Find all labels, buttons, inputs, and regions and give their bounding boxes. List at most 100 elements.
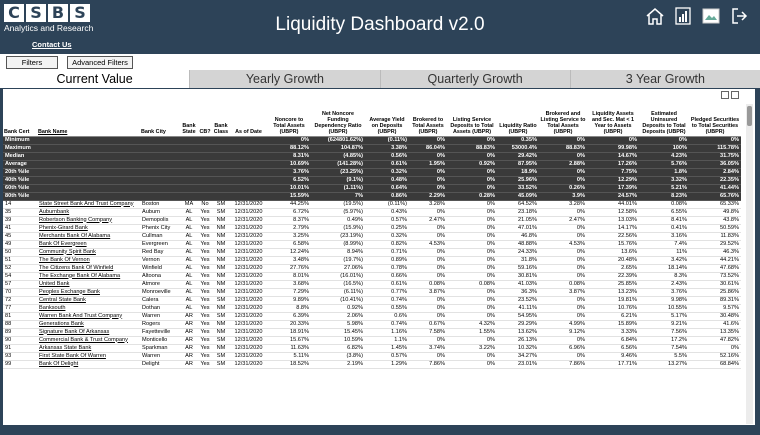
- stat-label: Median: [3, 152, 37, 161]
- bank-name-link[interactable]: The Citizens Bank Of Winfield: [37, 264, 140, 273]
- table-cell: 36.3%: [497, 288, 539, 297]
- minimize-icon[interactable]: [721, 91, 729, 99]
- table-cell: [212, 136, 230, 145]
- column-header[interactable]: Pledged Securities to Total Securities (…: [689, 105, 741, 137]
- column-header[interactable]: Liquidity Assets and Sec. Mat < 1 Year t…: [587, 105, 639, 137]
- table-cell: 44.25%: [267, 200, 311, 209]
- table-cell: (8.99%): [311, 240, 365, 249]
- tab-current-value[interactable]: Current Value: [0, 70, 190, 88]
- table-cell: 23.18%: [497, 208, 539, 217]
- bank-name-link[interactable]: Community Spirit Bank: [37, 248, 140, 257]
- table-cell: 24.57%: [587, 192, 639, 201]
- column-header[interactable]: Brokered to Total Assets (UBPR): [409, 105, 447, 137]
- table-cell: 86.04%: [409, 144, 447, 153]
- bank-name-link[interactable]: Peoples Exchange Bank: [37, 288, 140, 297]
- tab-3-year-growth[interactable]: 3 Year Growth: [569, 70, 760, 88]
- table-cell: 47.01%: [497, 224, 539, 233]
- table-cell: 7.4%: [639, 240, 689, 249]
- bank-name-link[interactable]: Commercial Bank & Trust Company: [37, 336, 140, 345]
- contact-us-link[interactable]: Contact Us: [32, 40, 72, 49]
- table-cell: 5.17%: [639, 312, 689, 321]
- broken-image-icon[interactable]: [700, 5, 722, 27]
- bank-name-link[interactable]: Banksouth: [37, 304, 140, 313]
- bank-name-link[interactable]: State Street Bank And Trust Company: [37, 200, 140, 209]
- logout-icon[interactable]: [728, 5, 750, 27]
- table-cell: 99.98%: [587, 144, 639, 153]
- bank-name-link[interactable]: Central State Bank: [37, 296, 140, 305]
- column-header[interactable]: Noncore to Total Assets (UBPR): [267, 105, 311, 137]
- column-header[interactable]: As of Date: [230, 105, 267, 137]
- maximize-icon[interactable]: [731, 91, 739, 99]
- bank-name-link[interactable]: Signature Bank Of Arkansas: [37, 328, 140, 337]
- table-cell: 8.01%: [267, 272, 311, 281]
- column-header[interactable]: Bank Name: [37, 105, 140, 137]
- table-cell: 3.32%: [639, 176, 689, 185]
- column-header[interactable]: Bank City: [140, 105, 180, 137]
- table-cell: 0%: [587, 136, 639, 145]
- bank-name-link[interactable]: First State Bank Of Warren: [37, 352, 140, 361]
- bank-name-link[interactable]: Robertson Banking Company: [37, 216, 140, 225]
- table-cell: 6.56%: [587, 344, 639, 353]
- table-cell: Yes: [198, 280, 212, 289]
- bank-name-link[interactable]: Auburnbank: [37, 208, 140, 217]
- bank-name-link[interactable]: The Exchange Bank Of Alabama: [37, 272, 140, 281]
- table-cell: 29.29%: [497, 320, 539, 329]
- column-header[interactable]: Listing Service Deposits to Total Assets…: [447, 105, 497, 137]
- tab-yearly-growth[interactable]: Yearly Growth: [189, 70, 379, 88]
- table-cell: [198, 136, 212, 145]
- table-cell: 49.8%: [689, 208, 741, 217]
- bank-name-link[interactable]: Bank Of Delight: [37, 360, 140, 369]
- table-cell: (624801.62%): [311, 136, 365, 145]
- scrollbar-thumb[interactable]: [747, 106, 752, 126]
- bank-name-link[interactable]: The Bank Of Vernon: [37, 256, 140, 265]
- table-cell: 88: [3, 320, 37, 329]
- table-cell: 12/31/2020: [230, 232, 267, 241]
- home-icon[interactable]: [644, 5, 666, 27]
- advanced-filters-button[interactable]: Advanced Filters: [67, 56, 133, 69]
- bank-name-link[interactable]: Merchants Bank Of Alabama: [37, 232, 140, 241]
- column-header[interactable]: Bank State: [180, 105, 198, 137]
- column-header[interactable]: Net Noncore Funding Dependency Ratio (UB…: [311, 105, 365, 137]
- table-cell: 0%: [447, 224, 497, 233]
- bank-name-link[interactable]: Arkansas State Bank: [37, 344, 140, 353]
- column-header[interactable]: Bank Cert: [3, 105, 37, 137]
- table-cell: 0%: [409, 168, 447, 177]
- table-cell: 0.26%: [539, 184, 587, 193]
- filters-button[interactable]: Filters: [6, 56, 58, 69]
- tab-quarterly-growth[interactable]: Quarterly Growth: [379, 70, 570, 88]
- bank-name-link[interactable]: Phenix-Girard Bank: [37, 224, 140, 233]
- column-header[interactable]: Estimated Uninsured Deposits to Total De…: [639, 105, 689, 137]
- bank-name-link[interactable]: Generations Bank: [37, 320, 140, 329]
- column-header[interactable]: Bank Class: [212, 105, 230, 137]
- table-cell: 25.96%: [497, 176, 539, 185]
- table-cell: 0.71%: [365, 248, 409, 257]
- table-cell: [180, 192, 198, 201]
- column-header[interactable]: Average Yield on Deposits (UBPR): [365, 105, 409, 137]
- bank-name-link[interactable]: Warren Bank And Trust Company: [37, 312, 140, 321]
- table-cell: [230, 192, 267, 201]
- column-header[interactable]: CB?: [198, 105, 212, 137]
- table-cell: 12/31/2020: [230, 328, 267, 337]
- table-cell: 3.74%: [409, 344, 447, 353]
- stat-label: Average: [3, 160, 37, 169]
- table-cell: 0%: [639, 136, 689, 145]
- table-cell: 12/31/2020: [230, 288, 267, 297]
- table-cell: (16.01%): [311, 272, 365, 281]
- table-cell: 89: [3, 328, 37, 337]
- table-cell: NM: [212, 272, 230, 281]
- table-cell: 14: [3, 200, 37, 209]
- table-row: 45 Merchants Bank Of Alabama Cullman AL Yes N…: [3, 232, 741, 241]
- table-cell: 87.95%: [497, 160, 539, 169]
- table-cell: 81: [3, 312, 37, 321]
- report-chart-icon[interactable]: [672, 5, 694, 27]
- table-cell: 0.57%: [365, 216, 409, 225]
- vertical-scrollbar[interactable]: [746, 104, 753, 424]
- table-cell: 0%: [447, 288, 497, 297]
- bank-name-link[interactable]: United Bank: [37, 280, 140, 289]
- table-cell: 8.23%: [639, 192, 689, 201]
- column-header[interactable]: Brokered and Listing Service to Total As…: [539, 105, 587, 137]
- table-cell: 1.8%: [639, 168, 689, 177]
- table-cell: AR: [180, 320, 198, 329]
- bank-name-link[interactable]: Bank Of Evergreen: [37, 240, 140, 249]
- column-header[interactable]: Liquidity Ratio (UBPR): [497, 105, 539, 137]
